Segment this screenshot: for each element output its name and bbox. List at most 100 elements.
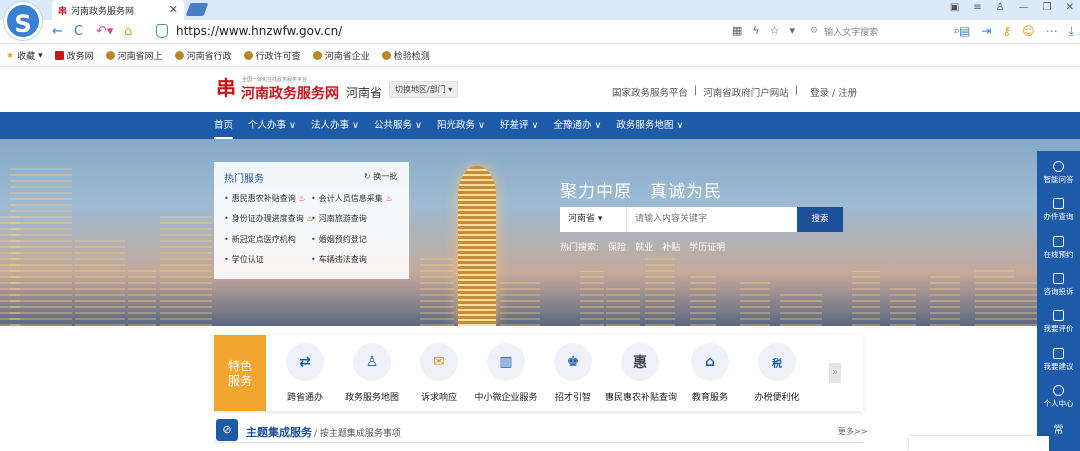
bookmark-item[interactable]: 检验检测 — [381, 49, 430, 62]
hot-item[interactable]: 新冠定点医疗机构 — [224, 234, 296, 245]
hot-search-link[interactable]: 学历证明 — [689, 240, 725, 253]
site-name[interactable]: 河南政务服务网 — [241, 83, 339, 103]
site-search-input[interactable] — [635, 207, 795, 232]
back-icon[interactable]: ← — [52, 24, 63, 39]
nav-public-service[interactable]: 公共服务 ∨ — [374, 112, 422, 139]
site-header — [0, 67, 1080, 112]
new-tab-button[interactable] — [185, 3, 209, 16]
browser-search-placeholder: 输入文字搜索 — [824, 27, 879, 38]
refresh-button[interactable]: ↻ 换一批 — [364, 171, 397, 182]
hot-item[interactable]: 身份证办理进度查询 ♨ — [224, 213, 314, 224]
sidebar-item-appointment[interactable]: 在线预约 — [1037, 236, 1080, 260]
sidebar-item-smart-qa[interactable]: 智能问答 — [1037, 161, 1080, 185]
skin-icon[interactable]: ♙ — [996, 2, 1005, 13]
menu-icon[interactable]: ≡ — [973, 2, 981, 13]
window-close-icon[interactable]: ✕ — [1066, 2, 1074, 13]
search-button[interactable]: 搜索 — [797, 207, 843, 232]
bookmark-bar: ★ 收藏 ▾ 政务网 河南省网上 河南省行政 行政许可查 河南省企业 检验检测 — [0, 45, 1080, 67]
site-logo-icon[interactable]: 串 — [216, 76, 238, 100]
feature-item[interactable]: ⇄ 跨省通办 — [270, 343, 340, 403]
hot-item[interactable]: 婚姻预约登记 — [311, 234, 367, 245]
feature-item[interactable]: ▥ 中小微企业服务 — [471, 343, 541, 403]
site-favicon-icon — [54, 51, 64, 60]
emoji-icon[interactable]: ☺ — [1022, 24, 1035, 39]
national-platform-link[interactable]: 国家政务服务平台 — [612, 85, 688, 99]
next-arrow-button[interactable]: » — [829, 363, 841, 383]
feature-item[interactable]: ♚ 招才引智 — [538, 343, 608, 403]
fire-icon: ♨ — [385, 194, 393, 203]
hot-item-label: 会计人员信息采集 — [318, 194, 383, 203]
region-select[interactable]: 河南省 ▾ — [560, 207, 627, 232]
feature-item[interactable]: ✉ 诉求响应 — [404, 343, 474, 403]
nav-sunshine-gov[interactable]: 阳光政务 ∨ — [437, 112, 485, 139]
cross-province-icon: ⇄ — [286, 343, 324, 381]
hot-item[interactable]: 车辆违法查询 — [311, 254, 367, 265]
download-icon[interactable]: ⤓ — [1069, 24, 1074, 39]
reader-icon[interactable]: ▤ — [959, 24, 970, 39]
hot-item[interactable]: 学位认证 — [224, 254, 264, 265]
browser-search-field[interactable]: ⚙ 输入文字搜索 ⌕ — [806, 22, 960, 40]
bookmark-item[interactable]: 河南省网上 — [105, 49, 163, 62]
top-links: 国家政务服务平台 | 河南省政府门户网站 | 登录 / 注册 — [612, 85, 857, 99]
sidebar-item-rate[interactable]: 我要评价 — [1037, 310, 1080, 334]
flash-icon[interactable]: ϟ — [752, 24, 759, 37]
more-icon[interactable]: ⋯ — [1046, 24, 1058, 39]
hot-item-label: 学位认证 — [231, 255, 264, 264]
feature-item[interactable]: 惠惠民惠农补贴查询 — [605, 343, 677, 403]
hot-item[interactable]: 惠民惠农补贴查询 ♨ — [224, 193, 306, 204]
minimize-icon[interactable]: — — [1019, 2, 1029, 13]
nav-rating[interactable]: 好差评 ∨ — [500, 112, 538, 139]
bookmark-item[interactable]: 河南省行政 — [174, 49, 232, 62]
sidebar-item-personal-center[interactable]: 个人中心 — [1037, 385, 1080, 409]
tab-title: 河南政务服务网 — [71, 6, 135, 17]
feature-item[interactable]: ⌂ 教育服务 — [675, 343, 745, 403]
building-icon: ▥ — [487, 343, 525, 381]
feature-item[interactable]: 税办税便利化 — [742, 343, 812, 403]
nav-home[interactable]: 首页 — [214, 112, 234, 139]
edit-icon — [1053, 310, 1064, 321]
dropdown-icon[interactable]: ▾ — [790, 24, 796, 37]
key-icon[interactable]: ⚷ — [1002, 24, 1011, 39]
nav-personal[interactable]: 个人办事 ∨ — [248, 112, 296, 139]
nav-service-map[interactable]: 政务服务地图 ∨ — [616, 112, 683, 139]
emblem-icon — [105, 51, 115, 60]
more-link[interactable]: 更多>> — [838, 426, 867, 437]
bookmark-item[interactable]: 行政许可查 — [243, 49, 301, 62]
building — [645, 256, 675, 326]
search-engine-icon[interactable]: ⚙ — [810, 26, 818, 36]
nav-cross-province[interactable]: 全豫通办 ∨ — [553, 112, 601, 139]
browser-tab[interactable]: 串 河南政务服务网 ✕ — [52, 0, 184, 20]
hot-search-link[interactable]: 保险 — [608, 240, 626, 253]
hot-search-link[interactable]: 补贴 — [662, 240, 680, 253]
sidebar-item-suggest[interactable]: 我要建议 — [1037, 348, 1080, 372]
undo-icon[interactable]: ↶▾ — [96, 24, 113, 39]
qr-icon[interactable]: ▦ — [732, 24, 742, 37]
sidebar-item-case-query[interactable]: 办件查询 — [1037, 198, 1080, 222]
bookmark-item[interactable]: 政务网 — [54, 49, 94, 62]
switch-region-button[interactable]: 切换地区/部门 ▾ — [389, 81, 459, 98]
sidebar-label: 办件查询 — [1043, 212, 1074, 221]
browser-logo-icon[interactable]: S — [4, 2, 42, 40]
hot-item[interactable]: 河南旅游查询 — [311, 213, 367, 224]
close-tab-icon[interactable]: ✕ — [169, 3, 178, 16]
home-icon[interactable]: ⌂ — [124, 24, 132, 39]
main-nav: 首页 个人办事 ∨ 法人办事 ∨ 公共服务 ∨ 阳光政务 ∨ 好差评 ∨ 全豫通… — [0, 112, 1080, 139]
forward-icon[interactable]: C — [74, 24, 83, 39]
url-field[interactable]: https://www.hnzwfw.gov.cn/ — [176, 24, 342, 38]
bookmark-item[interactable]: 河南省企业 — [312, 49, 370, 62]
nav-legal-person[interactable]: 法人办事 ∨ — [311, 112, 359, 139]
map-person-icon: ♙ — [353, 343, 391, 381]
tab-list-icon[interactable]: ▣ — [950, 2, 959, 13]
sidebar-item-more[interactable]: 常 — [1037, 421, 1080, 436]
hot-search-link[interactable]: 就业 — [635, 240, 653, 253]
bookmark-favorites[interactable]: ★ 收藏 ▾ — [6, 49, 43, 63]
hot-item[interactable]: 会计人员信息采集 ♨ — [311, 193, 393, 204]
sidebar-item-complaint[interactable]: 咨询投诉 — [1037, 273, 1080, 297]
gov-portal-link[interactable]: 河南省政府门户网站 — [703, 85, 789, 99]
login-register-link[interactable]: 登录 / 注册 — [810, 85, 857, 99]
login-icon[interactable]: ⇥ — [981, 24, 991, 39]
feature-item[interactable]: ♙ 政务服务地图 — [337, 343, 407, 403]
star-icon[interactable]: ☆ — [770, 24, 780, 37]
emblem-icon — [243, 51, 253, 60]
restore-icon[interactable]: ❐ — [1043, 2, 1052, 13]
